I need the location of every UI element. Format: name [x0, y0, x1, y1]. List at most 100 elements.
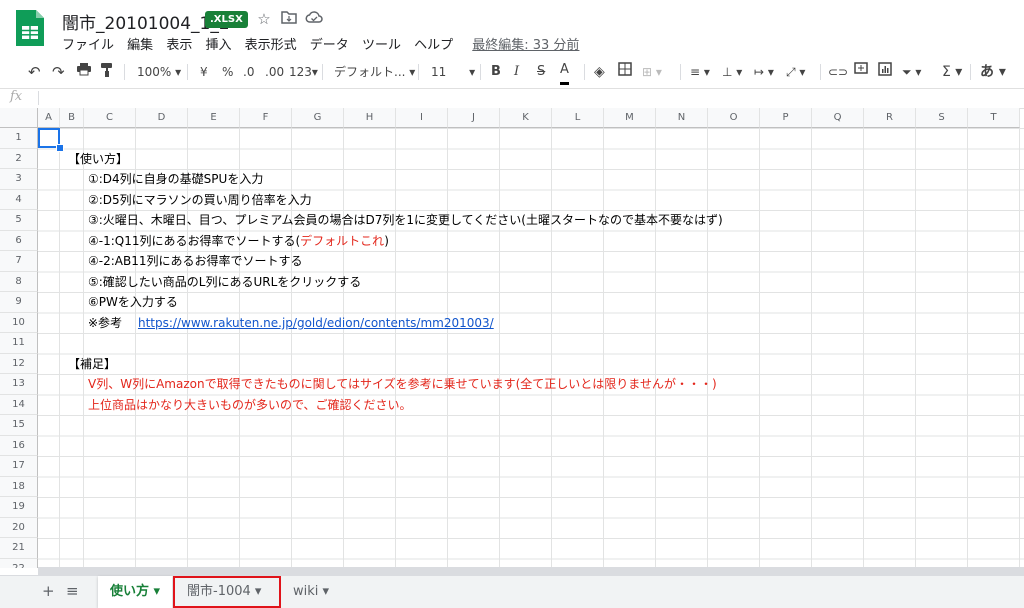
column-header-R[interactable]: R	[864, 108, 916, 128]
column-header-H[interactable]: H	[344, 108, 396, 128]
column-header-Q[interactable]: Q	[812, 108, 864, 128]
horizontal-scrollbar[interactable]	[38, 567, 1024, 575]
redo-icon[interactable]: ↷	[52, 62, 65, 82]
row-header-11[interactable]: 11	[0, 333, 38, 354]
insert-link-icon[interactable]: ⊂⊃	[828, 62, 848, 82]
row-header-3[interactable]: 3	[0, 169, 38, 190]
column-header-O[interactable]: O	[708, 108, 760, 128]
italic-button[interactable]: I	[514, 62, 519, 82]
column-header-I[interactable]: I	[396, 108, 448, 128]
text-color-button[interactable]: A	[560, 62, 569, 85]
paint-format-icon[interactable]	[100, 62, 114, 82]
cell-C9[interactable]: ⑥PWを入力する	[88, 292, 178, 312]
input-tools-button[interactable]: あ ▾	[980, 62, 1006, 82]
row-header-5[interactable]: 5	[0, 210, 38, 231]
menu-edit[interactable]: 編集	[127, 38, 153, 53]
row-header-7[interactable]: 7	[0, 251, 38, 272]
cell-B12[interactable]: 【補足】	[68, 354, 116, 374]
cell-C8[interactable]: ⑤:確認したい商品のL列にあるURLをクリックする	[88, 272, 361, 292]
cell-C14[interactable]: 上位商品はかなり大きいものが多いので、ご確認ください。	[88, 395, 412, 415]
cell-C5[interactable]: ③:火曜日、木曜日、目つ、プレミアム会員の場合はD7列を1に変更してください(土…	[88, 210, 723, 230]
functions-button[interactable]: Σ ▾	[942, 62, 962, 82]
menu-insert[interactable]: 挿入	[205, 38, 231, 53]
column-header-A[interactable]: A	[38, 108, 60, 128]
cell-C3[interactable]: ①:D4列に自身の基礎SPUを入力	[88, 169, 263, 189]
cell-C13[interactable]: V列、W列にAmazonで取得できたものに関してはサイズを参考に乗せています(全…	[88, 374, 717, 394]
formula-bar[interactable]: fx	[0, 88, 1024, 109]
select-all-corner[interactable]	[0, 108, 38, 128]
menu-file[interactable]: ファイル	[62, 38, 114, 53]
tab-yamiichi-1004[interactable]: 闇市-1004 ▾	[173, 576, 281, 608]
increase-decimal-button[interactable]: .00	[265, 62, 284, 82]
font-select[interactable]: デフォルト... ▾	[334, 62, 415, 82]
filter-icon[interactable]: ⏷ ▾	[902, 62, 921, 82]
more-formats-button[interactable]: 123▾	[289, 62, 318, 82]
column-header-G[interactable]: G	[292, 108, 344, 128]
column-header-S[interactable]: S	[916, 108, 968, 128]
text-rotate-icon[interactable]: ⤢ ▾	[786, 62, 805, 82]
row-header-18[interactable]: 18	[0, 476, 38, 497]
font-size-select[interactable]: 11 ▾	[431, 62, 475, 82]
menu-help[interactable]: ヘルプ	[414, 38, 453, 53]
row-header-9[interactable]: 9	[0, 292, 38, 313]
menu-tools[interactable]: ツール	[362, 38, 401, 53]
row-header-15[interactable]: 15	[0, 415, 38, 436]
column-header-M[interactable]: M	[604, 108, 656, 128]
column-header-J[interactable]: J	[448, 108, 500, 128]
bold-button[interactable]: B	[491, 62, 501, 82]
fill-color-icon[interactable]: ◈	[594, 62, 605, 82]
column-header-B[interactable]: B	[60, 108, 84, 128]
cell-C6[interactable]: ④-1:Q11列にあるお得率でソートする(デフォルトこれ)	[88, 231, 389, 251]
row-header-2[interactable]: 2	[0, 148, 38, 169]
row-header-1[interactable]: 1	[0, 128, 38, 149]
last-edit-link[interactable]: 最終編集: 33 分前	[472, 38, 579, 53]
decrease-decimal-button[interactable]: .0	[243, 62, 254, 82]
print-icon[interactable]	[76, 62, 92, 82]
column-header-F[interactable]: F	[240, 108, 292, 128]
row-header-21[interactable]: 21	[0, 538, 38, 559]
all-sheets-button[interactable]: ≡	[66, 582, 79, 600]
row-header-22[interactable]: 22	[0, 558, 38, 568]
zoom-select[interactable]: 100% ▾	[137, 62, 181, 82]
vertical-align-icon[interactable]: ⊥ ▾	[722, 62, 742, 82]
insert-comment-icon[interactable]	[854, 62, 868, 82]
row-header-19[interactable]: 19	[0, 497, 38, 518]
align-icon[interactable]: ≡ ▾	[690, 62, 710, 82]
row-header-8[interactable]: 8	[0, 271, 38, 292]
column-header-N[interactable]: N	[656, 108, 708, 128]
fill-handle[interactable]	[56, 144, 64, 152]
column-header-C[interactable]: C	[84, 108, 136, 128]
insert-chart-icon[interactable]	[878, 62, 892, 82]
row-header-13[interactable]: 13	[0, 374, 38, 395]
borders-icon[interactable]	[618, 62, 632, 82]
row-header-20[interactable]: 20	[0, 517, 38, 538]
column-header-D[interactable]: D	[136, 108, 188, 128]
menu-data[interactable]: データ	[310, 38, 349, 53]
strikethrough-button[interactable]: S	[537, 62, 545, 82]
currency-format-button[interactable]: ¥	[200, 62, 208, 82]
move-folder-icon[interactable]	[280, 10, 298, 28]
column-header-T[interactable]: T	[968, 108, 1020, 128]
cell-C4[interactable]: ②:D5列にマラソンの買い周り倍率を入力	[88, 190, 312, 210]
cell-C10[interactable]: ※参考	[88, 313, 122, 333]
row-header-14[interactable]: 14	[0, 394, 38, 415]
cell-B2[interactable]: 【使い方】	[68, 149, 128, 169]
sheets-logo-icon[interactable]	[14, 8, 46, 48]
row-header-4[interactable]: 4	[0, 189, 38, 210]
cloud-status-icon[interactable]	[305, 10, 323, 28]
cell-C7[interactable]: ④-2:AB11列にあるお得率でソートする	[88, 251, 302, 271]
column-header-P[interactable]: P	[760, 108, 812, 128]
column-header-L[interactable]: L	[552, 108, 604, 128]
spreadsheet-grid[interactable]: ABCDEFGHIJKLMNOPQRST 1 2 3 4 5 6 7 8 9 10 11 12 13 14…	[0, 108, 1024, 568]
add-sheet-button[interactable]: +	[42, 582, 55, 600]
row-header-6[interactable]: 6	[0, 230, 38, 251]
tab-wiki[interactable]: wiki ▾	[281, 576, 341, 608]
tab-usage[interactable]: 使い方 ▾	[98, 576, 173, 608]
reference-link[interactable]: https://www.rakuten.ne.jp/gold/edion/con…	[138, 313, 494, 333]
menu-format[interactable]: 表示形式	[245, 38, 297, 53]
menu-view[interactable]: 表示	[166, 38, 192, 53]
percent-format-button[interactable]: %	[222, 62, 233, 82]
row-header-16[interactable]: 16	[0, 435, 38, 456]
row-header-17[interactable]: 17	[0, 456, 38, 477]
undo-icon[interactable]: ↶	[28, 62, 41, 82]
